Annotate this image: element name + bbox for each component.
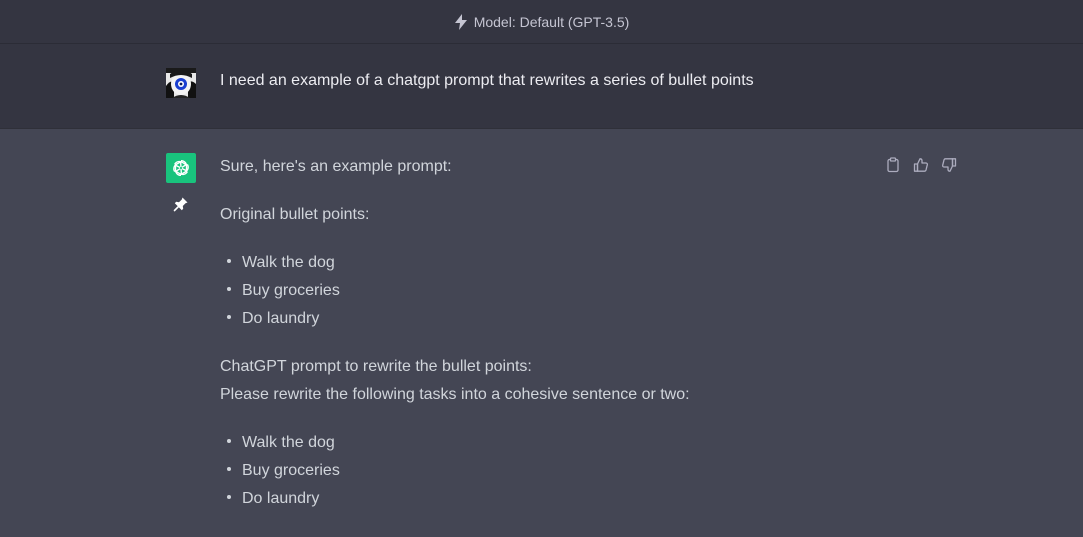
prompt-instruction: Please rewrite the following tasks into … [220, 386, 690, 403]
clipboard-icon[interactable] [885, 157, 901, 173]
prompt-heading: ChatGPT prompt to rewrite the bullet poi… [220, 358, 532, 375]
list-item: Do laundry [220, 307, 319, 331]
pin-icon[interactable] [173, 196, 189, 212]
original-heading: Original bullet points: [220, 206, 370, 223]
assistant-message-row: Sure, here's an example prompt: Original… [0, 129, 1083, 537]
openai-logo-icon [166, 153, 196, 183]
list-item: Do laundry [220, 487, 319, 511]
user-message-text: I need an example of a chatgpt prompt th… [220, 72, 754, 89]
list-item: Walk the dog [220, 251, 335, 275]
user-message-row: I need an example of a chatgpt prompt th… [0, 44, 1083, 129]
message-actions [885, 157, 957, 173]
bolt-icon [454, 13, 468, 30]
thumbs-down-icon[interactable] [941, 157, 957, 173]
model-label: Model: Default (GPT-3.5) [473, 13, 630, 30]
list-item: Buy groceries [220, 459, 340, 483]
thumbs-up-icon[interactable] [913, 157, 929, 173]
model-header: Model: Default (GPT-3.5) [0, 0, 1083, 44]
assistant-intro: Sure, here's an example prompt: [220, 158, 452, 175]
list-item: Buy groceries [220, 279, 340, 303]
list-item: Walk the dog [220, 431, 335, 455]
user-avatar [166, 68, 196, 98]
